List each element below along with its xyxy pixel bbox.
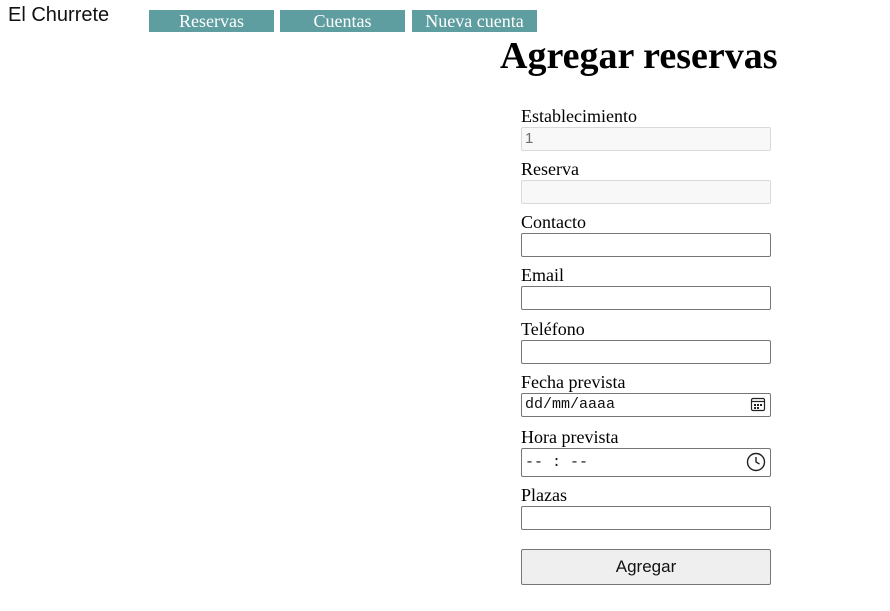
telefono-field[interactable] [521, 340, 771, 364]
telefono-label: Teléfono [521, 319, 585, 339]
contacto-label: Contacto [521, 212, 586, 232]
email-field[interactable] [521, 286, 771, 310]
hora-prevista-label: Hora prevista [521, 427, 619, 447]
clock-icon[interactable] [746, 452, 766, 482]
email-label: Email [521, 265, 564, 285]
calendar-icon[interactable] [750, 396, 766, 420]
fecha-placeholder: dd/mm/aaaa [525, 396, 616, 413]
reserva-field[interactable] [521, 180, 771, 204]
page-title: Agregar reservas [500, 35, 778, 77]
contacto-field[interactable] [521, 233, 771, 257]
establecimiento-field[interactable]: 1 [521, 127, 771, 151]
agregar-button[interactable]: Agregar [521, 549, 771, 585]
fecha-prevista-field[interactable]: dd/mm/aaaa [521, 393, 771, 417]
site-brand: El Churrete [8, 4, 110, 26]
nav-nueva-cuenta-button[interactable]: Nueva cuenta [412, 10, 537, 32]
fecha-prevista-label: Fecha prevista [521, 372, 626, 392]
reserva-label: Reserva [521, 159, 579, 179]
nav-cuentas-button[interactable]: Cuentas [280, 10, 405, 32]
hora-prevista-field[interactable]: -- : -- [521, 448, 771, 477]
hora-placeholder: -- : -- [525, 454, 589, 471]
plazas-field[interactable] [521, 506, 771, 530]
plazas-label: Plazas [521, 485, 567, 505]
nav-reservas-button[interactable]: Reservas [149, 10, 274, 32]
establecimiento-label: Establecimiento [521, 106, 637, 126]
